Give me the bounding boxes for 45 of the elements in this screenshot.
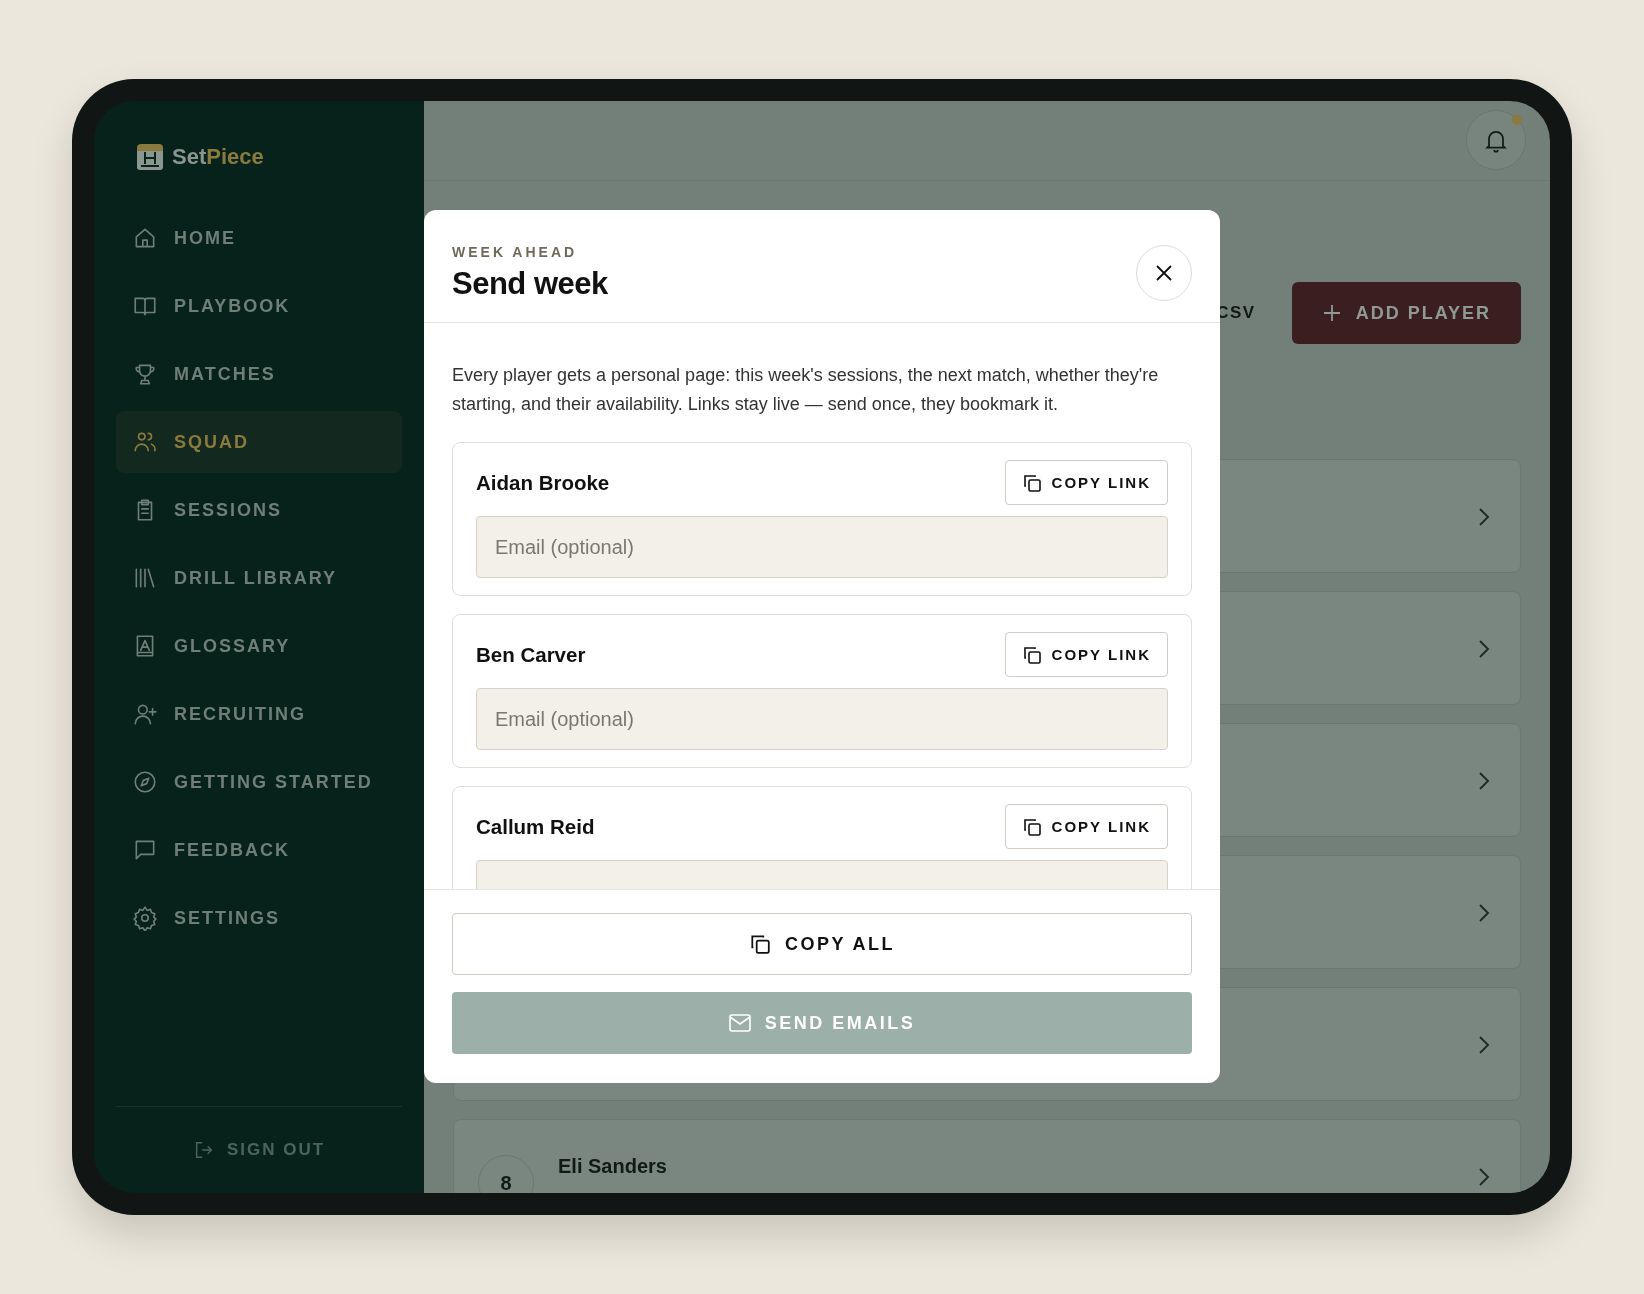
nav-item[interactable]: FEEDBACK: [116, 819, 402, 881]
gear-icon: [132, 905, 158, 931]
nav-item[interactable]: GLOSSARY: [116, 615, 402, 677]
email-field[interactable]: Email (optional): [476, 688, 1168, 750]
nav-item[interactable]: SQUAD: [116, 411, 402, 473]
plus-icon: [1321, 303, 1342, 323]
copy-all-button[interactable]: COPY ALL: [452, 913, 1192, 975]
copy-link-button[interactable]: COPY LINK: [1004, 804, 1168, 849]
copy-link-button[interactable]: COPY LINK: [1004, 460, 1168, 505]
nav-item[interactable]: RECRUITING: [116, 683, 402, 745]
close-button[interactable]: [1136, 245, 1192, 301]
player-row[interactable]: 8 Eli Sanders: [453, 1119, 1521, 1193]
brand-name: SetPiece: [172, 144, 264, 170]
compass-icon: [132, 769, 158, 795]
dialog-description: Every player gets a personal page: this week's sessions, the next match, whether they're starting, and their availability. Links stay live — send once, they bookmark it.: [452, 364, 1160, 416]
logo-icon: [136, 143, 164, 171]
copy-link-button[interactable]: COPY LINK: [1004, 632, 1168, 677]
chevron-right-icon: [1478, 639, 1490, 659]
nav-item[interactable]: SESSIONS: [116, 479, 402, 541]
nav-item[interactable]: SETTINGS: [116, 887, 402, 949]
envelope-icon: [728, 1014, 751, 1032]
chevron-right-icon: [1478, 1035, 1490, 1055]
nav-item[interactable]: MATCHES: [116, 343, 402, 405]
dialog-eyebrow: WEEK AHEAD: [452, 244, 579, 260]
nav-item[interactable]: GETTING STARTED: [116, 751, 402, 813]
close-icon: [1154, 263, 1174, 283]
dialog-title: Send week: [452, 266, 608, 302]
copy-icon: [749, 933, 771, 955]
chevron-right-icon: [1478, 903, 1490, 923]
player-name: Ben Carver: [476, 642, 586, 667]
nav-item[interactable]: DRILL LIBRARY: [116, 547, 402, 609]
email-field[interactable]: Email (optional): [476, 516, 1168, 578]
copy-icon: [1021, 816, 1042, 837]
player-name: Callum Reid: [476, 814, 595, 839]
nav-item[interactable]: HOME: [116, 207, 402, 269]
chevron-right-icon: [1478, 1167, 1490, 1187]
copy-icon: [1021, 644, 1042, 665]
chevron-right-icon: [1478, 771, 1490, 791]
copy-icon: [1021, 472, 1042, 493]
nav-item[interactable]: PLAYBOOK: [116, 275, 402, 337]
add-player-button[interactable]: ADD PLAYER: [1291, 282, 1521, 344]
player-name: Eli Sanders: [558, 1154, 667, 1178]
sign-out-link[interactable]: SIGN OUT: [192, 1139, 326, 1161]
chevron-right-icon: [1478, 507, 1490, 527]
player-name: Aidan Brooke: [476, 470, 610, 495]
